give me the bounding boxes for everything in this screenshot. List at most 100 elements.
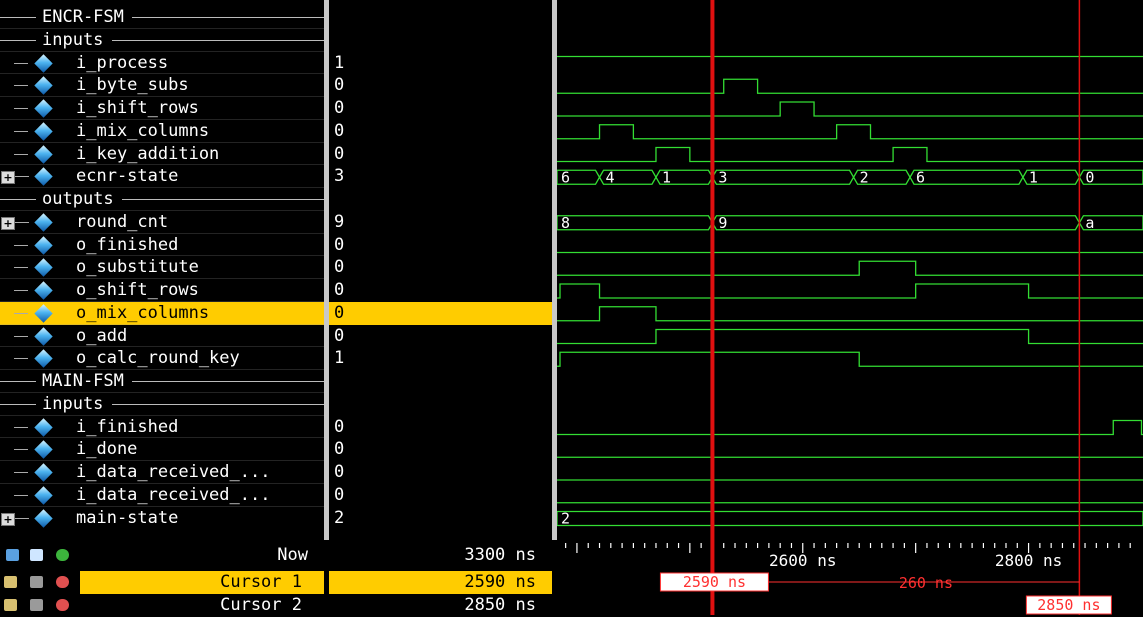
- signal-row[interactable]: o_calc_round_key: [0, 347, 324, 370]
- signal-row[interactable]: o_mix_columns: [0, 301, 324, 325]
- signal-value: 0: [334, 462, 345, 482]
- signal-row[interactable]: i_byte_subs: [0, 74, 324, 97]
- bus-value-label: 1: [662, 168, 671, 186]
- group-row[interactable]: inputs: [0, 393, 324, 416]
- row-divider: [0, 460, 324, 461]
- group-line: [0, 381, 36, 382]
- row-divider: [0, 255, 324, 257]
- signal-value: 0: [334, 439, 345, 460]
- row-divider: [0, 27, 324, 29]
- waveform-icon[interactable]: [6, 549, 19, 561]
- bus-value-label: 1: [1029, 168, 1038, 186]
- signal-row[interactable]: + round_cnt: [0, 211, 324, 234]
- value-cell: 0: [329, 416, 552, 439]
- group-row[interactable]: outputs: [0, 188, 324, 211]
- value-cell: 1: [329, 347, 552, 370]
- signal-icon: [34, 463, 53, 482]
- signal-value: 0: [334, 234, 345, 255]
- signal-row[interactable]: + ecnr-state: [0, 165, 324, 188]
- group-row[interactable]: ENCR-FSM: [0, 6, 324, 29]
- lock-icon[interactable]: [4, 576, 17, 588]
- signal-row[interactable]: + main-state: [0, 507, 324, 530]
- tree-connector: [15, 176, 29, 178]
- cursor1-label[interactable]: Cursor 1: [80, 571, 324, 594]
- remove-cursor-icon[interactable]: [56, 576, 69, 588]
- signal-name: o_shift_rows: [76, 280, 199, 300]
- row-divider: [0, 391, 324, 393]
- cursor2-value[interactable]: 2850 ns: [329, 594, 552, 617]
- lock-icon[interactable]: [4, 599, 17, 611]
- expand-icon[interactable]: +: [1, 216, 15, 230]
- value-cell: [329, 188, 552, 211]
- cursor2-row[interactable]: Cursor 2 2850 ns: [0, 594, 557, 617]
- group-line: [0, 403, 36, 405]
- signal-row[interactable]: i_mix_columns: [0, 120, 324, 143]
- speech-icon[interactable]: [30, 549, 43, 561]
- wave-line: [557, 260, 1143, 276]
- group-line: [132, 17, 324, 18]
- group-label: MAIN-FSM: [42, 371, 124, 391]
- value-cell: 0: [329, 461, 552, 484]
- signal-row[interactable]: o_add: [0, 325, 324, 348]
- cursor2-label[interactable]: Cursor 2: [80, 594, 324, 617]
- value-cell: [329, 393, 552, 416]
- signal-row[interactable]: o_shift_rows: [0, 279, 324, 302]
- row-divider: [0, 505, 324, 507]
- tree-connector: [14, 358, 28, 360]
- row-divider: [0, 50, 324, 52]
- remove-cursor-icon[interactable]: [56, 599, 69, 611]
- cursor1-icons: [0, 571, 80, 594]
- expand-icon[interactable]: +: [1, 512, 15, 526]
- add-cursor-icon[interactable]: [56, 549, 69, 561]
- bus-segment: [909, 169, 1024, 185]
- value-cell: 0: [329, 97, 552, 120]
- signal-row[interactable]: i_data_received_...: [0, 461, 324, 484]
- value-cell: 2: [329, 507, 552, 530]
- waveform-canvas[interactable]: 6 4 1 3 2 6 1 08 9 a2: [557, 0, 1143, 540]
- bus-value-label: 2: [561, 510, 570, 528]
- signal-icon: [34, 76, 53, 95]
- group-row[interactable]: MAIN-FSM: [0, 370, 324, 393]
- signal-value: 0: [334, 120, 345, 141]
- signal-row[interactable]: o_substitute: [0, 256, 324, 279]
- signal-row[interactable]: o_finished: [0, 234, 324, 257]
- cursor1-value[interactable]: 2590 ns: [329, 571, 552, 594]
- bus-value-label: 2: [860, 168, 869, 186]
- signal-row[interactable]: i_key_addition: [0, 143, 324, 166]
- timeline-ruler[interactable]: 2600 ns 2800 ns 2590 ns 260 ns 2850 ns: [557, 540, 1143, 615]
- signal-value: 0: [334, 143, 345, 164]
- ruler-tick-label: 2800 ns: [995, 551, 1062, 570]
- expand-icon[interactable]: +: [1, 171, 15, 185]
- wave-line: [557, 146, 1143, 163]
- signal-row[interactable]: i_data_received_...: [0, 484, 324, 507]
- signal-icon: [34, 167, 53, 186]
- wrench-icon[interactable]: [30, 599, 43, 611]
- value-cell: 0: [329, 325, 552, 348]
- signal-row[interactable]: i_finished: [0, 416, 324, 439]
- cursor1-row[interactable]: Cursor 1 2590 ns: [0, 571, 557, 594]
- group-label: outputs: [42, 189, 114, 209]
- signal-value: 0: [334, 302, 345, 323]
- group-line: [111, 39, 324, 41]
- value-cell: 9: [329, 211, 552, 234]
- wave-line: [557, 283, 1143, 299]
- group-label: inputs: [42, 29, 104, 50]
- wrench-icon[interactable]: [30, 576, 43, 588]
- signal-name: o_substitute: [76, 257, 199, 278]
- tree-connector: [14, 153, 28, 155]
- signal-row[interactable]: i_shift_rows: [0, 97, 324, 120]
- bus-value-label: 9: [718, 214, 727, 232]
- signal-icon: [34, 122, 53, 141]
- tree-connector: [14, 335, 28, 337]
- row-divider: [0, 96, 324, 97]
- cursor-bar: Now 3300 ns Cursor 1 2590 ns Cursor 2 28…: [0, 540, 1143, 615]
- signal-row[interactable]: i_process: [0, 52, 324, 75]
- row-divider: [0, 209, 324, 211]
- waveform-pane[interactable]: 6413261089a2: [557, 0, 1143, 540]
- bus-value-label: 8: [561, 214, 570, 232]
- signal-name: i_finished: [76, 416, 179, 437]
- signal-row[interactable]: i_done: [0, 438, 324, 461]
- group-row[interactable]: inputs: [0, 29, 324, 52]
- tree-connector: [14, 472, 28, 473]
- cursor2-box-label: 2850 ns: [1037, 596, 1100, 614]
